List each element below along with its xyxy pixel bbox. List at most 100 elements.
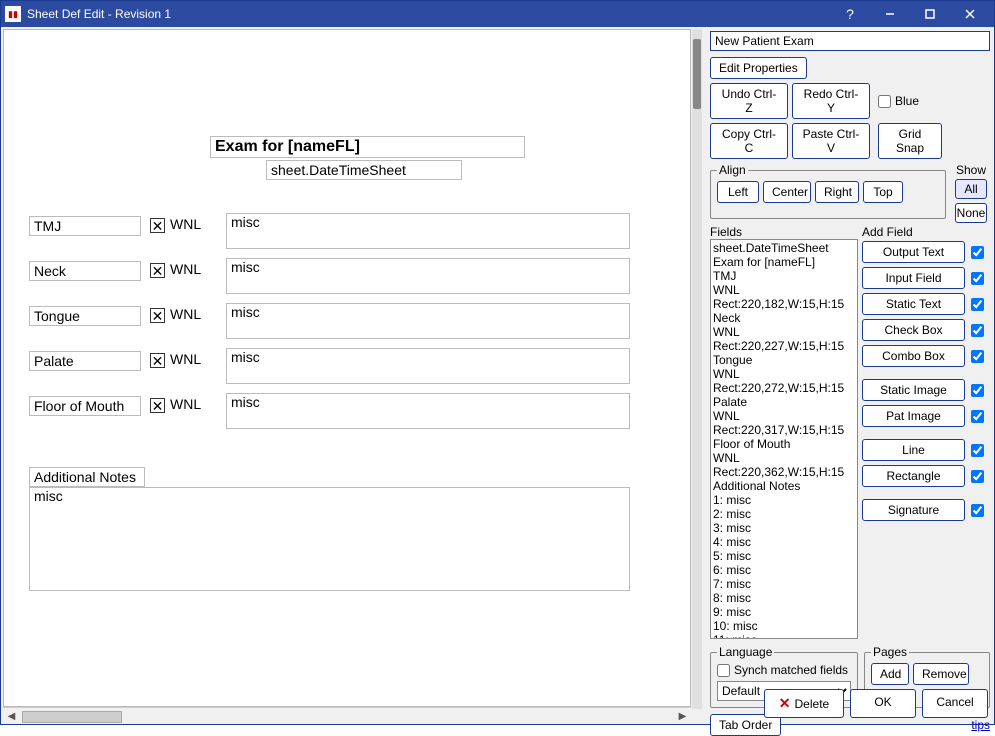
synch-checkbox[interactable]: Synch matched fields — [717, 663, 848, 677]
canvas-row-label[interactable]: TMJ — [29, 216, 141, 236]
fields-list-item[interactable]: WNL — [713, 283, 855, 297]
fields-list-item[interactable]: WNL — [713, 409, 855, 423]
fields-list-item[interactable]: Additional Notes — [713, 479, 855, 493]
blue-checkbox-input[interactable] — [878, 95, 891, 108]
maximize-button[interactable] — [910, 1, 950, 27]
fields-list-item[interactable]: 5: misc — [713, 549, 855, 563]
pages-remove-button[interactable]: Remove — [913, 663, 969, 685]
fields-list-item[interactable]: WNL — [713, 367, 855, 381]
align-center-button[interactable]: Center — [763, 181, 811, 203]
pat-image-show-checkbox[interactable] — [971, 410, 984, 423]
fields-list-item[interactable]: 2: misc — [713, 507, 855, 521]
check-box-button[interactable]: Check Box — [862, 319, 965, 341]
synch-checkbox-input[interactable] — [717, 664, 730, 677]
hscroll-thumb[interactable] — [22, 711, 122, 723]
canvas-row-wnl-label[interactable]: WNL — [170, 306, 201, 322]
static-text-button[interactable]: Static Text — [862, 293, 965, 315]
fields-list-item[interactable]: 6: misc — [713, 563, 855, 577]
fields-list[interactable]: sheet.DateTimeSheetExam for [nameFL]TMJW… — [710, 239, 858, 639]
align-top-button[interactable]: Top — [863, 181, 903, 203]
canvas-row-wnl-label[interactable]: WNL — [170, 261, 201, 277]
fields-list-item[interactable]: Rect:220,182,W:15,H:15 — [713, 297, 855, 311]
canvas-row-label[interactable]: Tongue — [29, 306, 141, 326]
fields-list-item[interactable]: 4: misc — [713, 535, 855, 549]
combo-box-button[interactable]: Combo Box — [862, 345, 965, 367]
combo-box-show-checkbox[interactable] — [971, 350, 984, 363]
pat-image-button[interactable]: Pat Image — [862, 405, 965, 427]
input-field-show-checkbox[interactable] — [971, 272, 984, 285]
rectangle-show-checkbox[interactable] — [971, 470, 984, 483]
fields-list-item[interactable]: Rect:220,272,W:15,H:15 — [713, 381, 855, 395]
canvas-row-label[interactable]: Palate — [29, 351, 141, 371]
line-show-checkbox[interactable] — [971, 444, 984, 457]
fields-list-item[interactable]: WNL — [713, 451, 855, 465]
blue-checkbox[interactable]: Blue — [878, 83, 919, 119]
fields-list-item[interactable]: 7: misc — [713, 577, 855, 591]
canvas-header[interactable]: Exam for [nameFL] — [210, 136, 525, 158]
ok-button[interactable]: OK — [850, 689, 916, 718]
fields-list-item[interactable]: Palate — [713, 395, 855, 409]
paste-button[interactable]: Paste Ctrl-V — [792, 123, 870, 159]
fields-list-item[interactable]: Rect:220,317,W:15,H:15 — [713, 423, 855, 437]
show-none-button[interactable]: None — [955, 203, 987, 223]
fields-list-item[interactable]: 1: misc — [713, 493, 855, 507]
canvas-row-misc-box[interactable]: misc — [226, 213, 630, 249]
canvas-row-checkbox[interactable]: ✕ — [150, 308, 165, 323]
delete-button[interactable]: ✕ Delete — [764, 689, 844, 718]
canvas-row-misc-box[interactable]: misc — [226, 303, 630, 339]
rectangle-button[interactable]: Rectangle — [862, 465, 965, 487]
canvas-row-checkbox[interactable]: ✕ — [150, 218, 165, 233]
fields-list-item[interactable]: TMJ — [713, 269, 855, 283]
undo-button[interactable]: Undo Ctrl-Z — [710, 83, 788, 119]
grid-snap-button[interactable]: Grid Snap — [878, 123, 942, 159]
help-button[interactable]: ? — [830, 1, 870, 27]
redo-button[interactable]: Redo Ctrl-Y — [792, 83, 870, 119]
line-button[interactable]: Line — [862, 439, 965, 461]
sheet-name-field[interactable]: New Patient Exam — [710, 31, 990, 51]
signature-show-checkbox[interactable] — [971, 504, 984, 517]
canvas-row-checkbox[interactable]: ✕ — [150, 398, 165, 413]
fields-list-item[interactable]: Exam for [nameFL] — [713, 255, 855, 269]
input-field-button[interactable]: Input Field — [862, 267, 965, 289]
copy-button[interactable]: Copy Ctrl-C — [710, 123, 788, 159]
static-image-button[interactable]: Static Image — [862, 379, 965, 401]
canvas-datetime[interactable]: sheet.DateTimeSheet — [266, 160, 462, 180]
canvas-row-checkbox[interactable]: ✕ — [150, 263, 165, 278]
fields-list-item[interactable]: sheet.DateTimeSheet — [713, 241, 855, 255]
design-canvas[interactable]: Exam for [nameFL] sheet.DateTimeSheet TM… — [3, 29, 691, 707]
scroll-right-arrow[interactable]: ▶ — [674, 711, 691, 722]
canvas-horizontal-scrollbar[interactable]: ◀ ▶ — [3, 707, 691, 724]
scroll-left-arrow[interactable]: ◀ — [3, 711, 20, 722]
canvas-notes-box[interactable]: misc — [29, 487, 630, 591]
canvas-notes-label[interactable]: Additional Notes — [29, 467, 145, 487]
fields-list-item[interactable]: Neck — [713, 311, 855, 325]
fields-list-item[interactable]: Rect:220,227,W:15,H:15 — [713, 339, 855, 353]
canvas-row-misc-box[interactable]: misc — [226, 393, 630, 429]
tips-link[interactable]: tips — [971, 718, 990, 732]
minimize-button[interactable] — [870, 1, 910, 27]
check-box-show-checkbox[interactable] — [971, 324, 984, 337]
canvas-row-wnl-label[interactable]: WNL — [170, 396, 201, 412]
cancel-button[interactable]: Cancel — [922, 689, 988, 718]
static-text-show-checkbox[interactable] — [971, 298, 984, 311]
fields-list-item[interactable]: 9: misc — [713, 605, 855, 619]
canvas-row-checkbox[interactable]: ✕ — [150, 353, 165, 368]
output-text-show-checkbox[interactable] — [971, 246, 984, 259]
canvas-inner[interactable]: Exam for [nameFL] sheet.DateTimeSheet TM… — [4, 30, 674, 707]
fields-list-item[interactable]: Tongue — [713, 353, 855, 367]
fields-list-item[interactable]: Rect:220,362,W:15,H:15 — [713, 465, 855, 479]
fields-list-item[interactable]: 3: misc — [713, 521, 855, 535]
show-all-button[interactable]: All — [955, 179, 987, 199]
fields-list-item[interactable]: 10: misc — [713, 619, 855, 633]
output-text-button[interactable]: Output Text — [862, 241, 965, 263]
canvas-row-misc-box[interactable]: misc — [226, 348, 630, 384]
fields-list-item[interactable]: 8: misc — [713, 591, 855, 605]
fields-list-item[interactable]: Floor of Mouth — [713, 437, 855, 451]
align-right-button[interactable]: Right — [815, 181, 859, 203]
edit-properties-button[interactable]: Edit Properties — [710, 57, 807, 79]
canvas-row-label[interactable]: Neck — [29, 261, 141, 281]
close-button[interactable] — [950, 1, 990, 27]
fields-list-item[interactable]: WNL — [713, 325, 855, 339]
fields-list-item[interactable]: 11: misc — [713, 633, 855, 639]
align-left-button[interactable]: Left — [717, 181, 759, 203]
